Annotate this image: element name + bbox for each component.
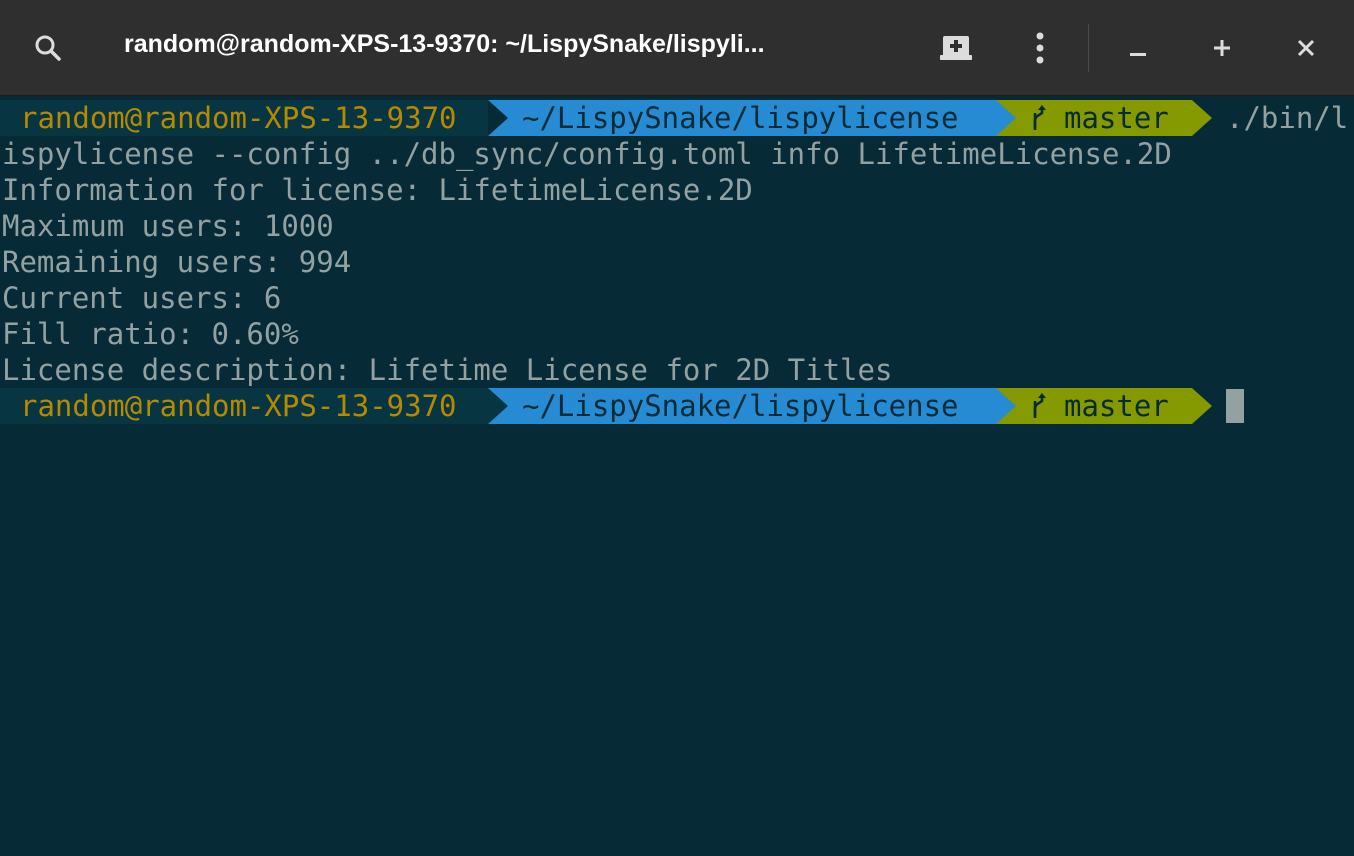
maximize-button[interactable] xyxy=(1194,20,1250,76)
close-icon xyxy=(1297,39,1315,57)
prompt-separator-arrow xyxy=(1192,100,1212,136)
prompt-path: ~/LispySnake/lispylicense xyxy=(488,100,996,136)
prompt-host: random@random-XPS-13-9370 xyxy=(0,100,488,136)
prompt-git-segment: master xyxy=(996,388,1192,424)
prompt-line: random@random-XPS-13-9370 ~/LispySnake/l… xyxy=(0,388,1354,424)
prompt-separator-arrow xyxy=(996,388,1016,424)
kebab-menu-icon xyxy=(1036,32,1044,64)
terminal-window: random@random-XPS-13-9370: ~/LispySnake/… xyxy=(0,0,1354,856)
output-line: Fill ratio: 0.60% xyxy=(2,317,299,351)
prompt-host: random@random-XPS-13-9370 xyxy=(0,388,488,424)
text-cursor xyxy=(1226,389,1244,423)
terminal-area[interactable]: random@random-XPS-13-9370 ~/LispySnake/l… xyxy=(0,98,1354,856)
git-branch-icon xyxy=(1033,105,1046,130)
minimize-button[interactable] xyxy=(1110,20,1166,76)
prompt-branch: master xyxy=(1064,389,1169,423)
prompt-git-segment: master xyxy=(996,100,1192,136)
minimize-icon xyxy=(1130,53,1146,56)
output-line: Information for license: LifetimeLicense… xyxy=(2,173,753,207)
prompt-line: random@random-XPS-13-9370 ~/LispySnake/l… xyxy=(0,100,1354,136)
close-button[interactable] xyxy=(1278,20,1334,76)
output-line: License description: Lifetime License fo… xyxy=(2,353,893,387)
search-icon xyxy=(35,35,61,61)
output-line: ispylicense --config ../db_sync/config.t… xyxy=(2,137,1172,171)
output-line: Current users: 6 xyxy=(2,281,282,315)
new-tab-button[interactable] xyxy=(928,20,984,76)
prompt-separator-arrow xyxy=(1192,388,1212,424)
output-line: Remaining users: 994 xyxy=(2,245,352,279)
prompt-separator-arrow xyxy=(488,388,508,424)
git-branch-icon xyxy=(1033,393,1046,418)
menu-button[interactable] xyxy=(1012,20,1068,76)
command-text: ./bin/l xyxy=(1226,101,1349,135)
header-separator xyxy=(1088,24,1089,72)
prompt-separator-arrow xyxy=(996,100,1016,136)
header-bar: random@random-XPS-13-9370: ~/LispySnake/… xyxy=(0,0,1354,96)
new-tab-icon xyxy=(940,36,972,60)
prompt-separator-arrow xyxy=(488,100,508,136)
window-title: random@random-XPS-13-9370: ~/LispySnake/… xyxy=(124,30,765,58)
prompt-path: ~/LispySnake/lispylicense xyxy=(488,388,996,424)
prompt-branch: master xyxy=(1064,101,1169,135)
maximize-icon xyxy=(1214,40,1230,56)
search-button[interactable] xyxy=(20,20,76,76)
output-line: Maximum users: 1000 xyxy=(2,209,334,243)
